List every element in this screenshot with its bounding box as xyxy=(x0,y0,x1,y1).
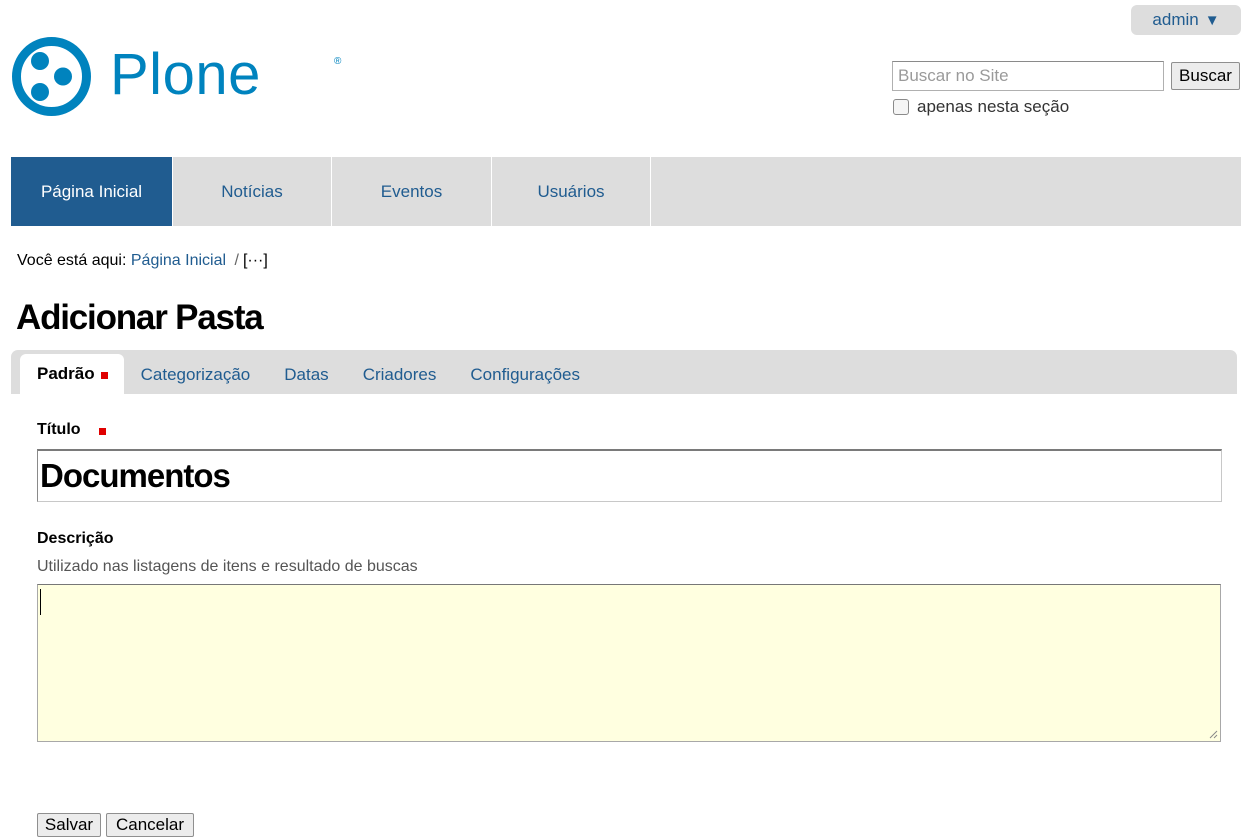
tab-label: Padrão xyxy=(37,364,95,383)
nav-item-eventos[interactable]: Eventos xyxy=(332,157,492,226)
tab-configuracoes[interactable]: Configurações xyxy=(453,356,597,394)
title-input[interactable] xyxy=(37,449,1222,502)
tab-padrao[interactable]: Padrão xyxy=(20,354,124,394)
tab-label: Configurações xyxy=(470,365,581,384)
logo-text: Plone xyxy=(110,41,261,107)
tab-datas[interactable]: Datas xyxy=(267,356,345,394)
user-menu[interactable]: admin ▼ xyxy=(1131,5,1241,35)
breadcrumb: Você está aqui: Página Inicial / [···] xyxy=(17,252,268,270)
section-only-checkbox[interactable]: apenas nesta seção xyxy=(893,97,1069,117)
title-label-text: Título xyxy=(37,421,81,438)
description-textarea[interactable] xyxy=(37,584,1221,742)
nav-item-noticias[interactable]: Notícias xyxy=(173,157,332,226)
user-name: admin xyxy=(1152,10,1199,29)
title-field-label: Título xyxy=(37,421,106,439)
description-help-text: Utilizado nas listagens de itens e resul… xyxy=(37,558,418,575)
cancel-button[interactable]: Cancelar xyxy=(106,813,194,837)
tab-categorizacao[interactable]: Categorização xyxy=(124,356,268,394)
required-marker-icon xyxy=(100,371,108,379)
tab-label: Categorização xyxy=(140,365,251,384)
checkbox-icon[interactable] xyxy=(893,99,909,115)
breadcrumb-current: [···] xyxy=(242,252,268,269)
nav-item-label: Eventos xyxy=(380,181,443,201)
breadcrumb-separator: / xyxy=(234,252,239,269)
caret-down-icon: ▼ xyxy=(1204,11,1220,29)
breadcrumb-home-link[interactable]: Página Inicial xyxy=(131,252,226,269)
global-nav: Página Inicial Notícias Eventos Usuários xyxy=(11,157,1241,226)
breadcrumb-prefix: Você está aqui: xyxy=(17,252,127,269)
nav-item-label: Página Inicial xyxy=(40,181,143,201)
nav-item-label: Usuários xyxy=(537,181,605,201)
tab-label: Datas xyxy=(284,365,329,384)
nav-item-label: Notícias xyxy=(221,181,283,201)
search-button[interactable]: Buscar xyxy=(1171,62,1240,90)
tab-criadores[interactable]: Criadores xyxy=(346,356,454,394)
nav-item-usuarios[interactable]: Usuários xyxy=(492,157,651,226)
nav-item-pagina-inicial[interactable]: Página Inicial xyxy=(11,157,173,226)
text-caret xyxy=(40,589,41,615)
page-title: Adicionar Pasta xyxy=(16,298,264,337)
required-marker-icon xyxy=(99,428,106,435)
save-button[interactable]: Salvar xyxy=(37,813,101,837)
description-field-label: Descrição xyxy=(37,530,114,547)
search-input[interactable] xyxy=(892,61,1164,91)
registered-mark: ® xyxy=(334,56,342,67)
tab-label: Criadores xyxy=(362,365,437,384)
form-tabs: Padrão Categorização Datas Criadores Con… xyxy=(11,350,1237,394)
plone-logo-icon xyxy=(12,36,91,116)
section-only-label: apenas nesta seção xyxy=(917,97,1070,116)
resize-handle-icon[interactable] xyxy=(1208,729,1218,739)
site-logo[interactable]: Plone xyxy=(11,35,261,117)
